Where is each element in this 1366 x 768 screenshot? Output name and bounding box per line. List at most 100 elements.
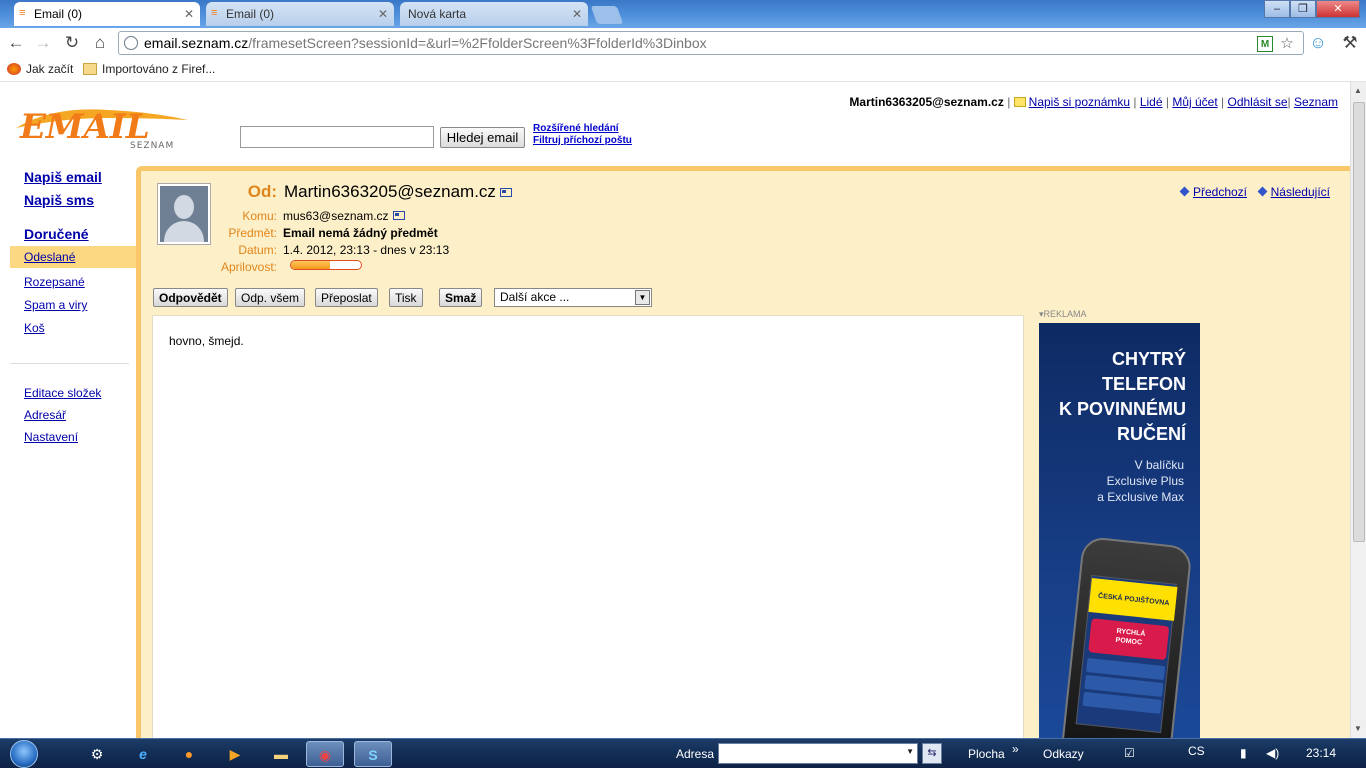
- to-value: mus63@seznam.cz: [283, 209, 405, 223]
- page-scrollbar[interactable]: ▲ ▼: [1350, 82, 1366, 738]
- scroll-up-icon[interactable]: ▲: [1354, 86, 1362, 95]
- taskbar-go-icon[interactable]: ⇆: [922, 743, 942, 764]
- subject-label: Předmět:: [228, 226, 277, 240]
- folder-trash[interactable]: Koš: [24, 321, 45, 335]
- search-email-button[interactable]: Hledej email: [440, 127, 525, 148]
- logout-link[interactable]: Odhlásit se: [1227, 95, 1287, 109]
- to-label: Komu:: [242, 209, 277, 223]
- tab-email-active[interactable]: ≡ Email (0) ✕: [14, 2, 200, 26]
- next-message-link[interactable]: Následující: [1257, 185, 1330, 199]
- reply-all-button[interactable]: Odp. všem: [235, 288, 306, 307]
- taskbar-chrome-icon[interactable]: ◉: [306, 741, 344, 767]
- advanced-search-link[interactable]: Rozšířené hledání: [533, 123, 619, 134]
- write-note-link[interactable]: Napiš si poznámku: [1029, 95, 1130, 109]
- user-bar: Martin6363205@seznam.cz | Napiš si pozná…: [849, 95, 1338, 109]
- reload-icon[interactable]: ↻: [62, 33, 82, 53]
- tab-close-icon[interactable]: ✕: [572, 7, 582, 21]
- forward-arrow-icon[interactable]: →: [33, 33, 53, 53]
- close-window-icon[interactable]: ✕: [1316, 0, 1360, 18]
- tab-email[interactable]: ≡ Email (0) ✕: [206, 2, 394, 26]
- maximize-icon[interactable]: ❐: [1290, 0, 1316, 18]
- email-search-input[interactable]: [240, 126, 434, 148]
- bookmark-imported-folder[interactable]: Importováno z Firef...: [83, 62, 215, 76]
- reply-button[interactable]: Odpovědět: [153, 288, 228, 307]
- action-center-icon[interactable]: ☑: [1124, 746, 1135, 760]
- taskbar-firefox-icon[interactable]: ●: [170, 741, 208, 767]
- taskbar-ie-icon[interactable]: e: [124, 741, 162, 767]
- taskbar-skype-icon[interactable]: S: [354, 741, 392, 767]
- from-label: Od:: [247, 182, 277, 201]
- filter-incoming-link[interactable]: Filtruj příchozí poštu: [533, 135, 632, 146]
- contact-card-icon[interactable]: [392, 211, 405, 220]
- scroll-thumb[interactable]: [1353, 102, 1365, 542]
- chevron-icon[interactable]: »: [1012, 742, 1019, 756]
- bookmark-getting-started[interactable]: Jak začít: [7, 62, 73, 76]
- seznam-link[interactable]: Seznam: [1294, 95, 1338, 109]
- taskbar-address-input[interactable]: ▼: [718, 743, 918, 764]
- tab-title: Email (0): [226, 7, 275, 21]
- start-button[interactable]: [4, 739, 44, 768]
- settings-link[interactable]: Nastavení: [24, 430, 78, 444]
- address-bar[interactable]: email.seznam.cz/framesetScreen?sessionId…: [118, 31, 1304, 55]
- folder-inbox[interactable]: Doručené: [24, 226, 89, 242]
- forward-button[interactable]: Přeposlat: [315, 288, 378, 307]
- windows-taskbar: ⚙ e ● ▶ ▬ ◉ S Adresa ▼ ⇆ Plocha » Odkazy…: [0, 738, 1366, 768]
- email-favicon-icon: ≡: [211, 7, 218, 19]
- priority-label: Aprilovost:: [220, 260, 277, 274]
- folder-spam[interactable]: Spam a viry: [24, 298, 87, 312]
- scroll-down-icon[interactable]: ▼: [1354, 724, 1362, 733]
- taskbar-address-label: Adresa: [676, 747, 715, 761]
- bookmark-star-icon[interactable]: ☆: [1279, 36, 1295, 52]
- ad-title-line: K POVINNÉMU: [1058, 399, 1186, 419]
- tab-new-tab[interactable]: Nová karta ✕: [400, 2, 588, 26]
- message-text: hovno, šmejd.: [169, 334, 244, 348]
- taskbar-explorer-icon[interactable]: ▬: [262, 741, 300, 767]
- more-actions-select[interactable]: Další akce ... ▼: [494, 288, 652, 307]
- print-button[interactable]: Tisk: [389, 288, 423, 307]
- edit-folders-link[interactable]: Editace složek: [24, 386, 101, 400]
- home-icon[interactable]: ⌂: [90, 33, 110, 53]
- new-tab-button[interactable]: [590, 6, 624, 24]
- network-icon[interactable]: ▮: [1240, 746, 1247, 760]
- tab-close-icon[interactable]: ✕: [378, 7, 388, 21]
- firefox-icon: [7, 63, 21, 75]
- people-link[interactable]: Lidé: [1140, 95, 1163, 109]
- phone-image: ČESKÁ POJIŠŤOVNA RYCHLÁ POMOC: [1059, 535, 1193, 738]
- ad-subtitle-line: V balíčku: [1134, 458, 1184, 472]
- seznam-email-logo[interactable]: EMAIL SEZNAM: [12, 98, 192, 150]
- address-book-link[interactable]: Adresář: [24, 408, 66, 422]
- taskbar-tools-icon[interactable]: ⚙: [78, 741, 116, 767]
- delete-button[interactable]: Smaž: [439, 288, 483, 307]
- sidebar-divider: [10, 363, 129, 364]
- skype-extension-icon[interactable]: ☺: [1308, 33, 1328, 53]
- url-text: email.seznam.cz/framesetScreen?sessionId…: [144, 35, 707, 51]
- window-controls: – ❐ ✕: [1264, 0, 1360, 18]
- phone-button: RYCHLÁ POMOC: [1088, 618, 1170, 661]
- clock[interactable]: 23:14: [1306, 746, 1336, 760]
- taskbar-desktop-toolbar[interactable]: Plocha: [968, 747, 1005, 761]
- language-indicator[interactable]: CS: [1188, 744, 1205, 758]
- wrench-menu-icon[interactable]: ⚒: [1340, 33, 1360, 53]
- taskbar-media-icon[interactable]: ▶: [216, 741, 254, 767]
- advertisement-banner[interactable]: CHYTRÝ TELEFON K POVINNÉMU RUČENÍ V balí…: [1039, 323, 1200, 738]
- sender-avatar: [157, 183, 211, 245]
- my-account-link[interactable]: Můj účet: [1172, 95, 1217, 109]
- date-label: Datum:: [238, 243, 277, 257]
- svg-text:SEZNAM: SEZNAM: [130, 141, 174, 150]
- ad-subtitle-line: a Exclusive Max: [1097, 490, 1184, 504]
- subject-value: Email nemá žádný předmět: [283, 226, 438, 240]
- back-arrow-icon[interactable]: ←: [6, 33, 26, 53]
- tab-close-icon[interactable]: ✕: [184, 7, 194, 21]
- extension-shield-icon[interactable]: M: [1257, 36, 1273, 52]
- previous-message-link[interactable]: Předchozí: [1179, 185, 1247, 199]
- volume-icon[interactable]: ◀): [1266, 746, 1279, 760]
- taskbar-links-toolbar[interactable]: Odkazy: [1043, 747, 1084, 761]
- folder-drafts[interactable]: Rozepsané: [24, 275, 85, 289]
- compose-sms-link[interactable]: Napiš sms: [24, 192, 94, 208]
- compose-email-link[interactable]: Napiš email: [24, 169, 102, 185]
- tab-title: Email (0): [34, 7, 83, 21]
- folder-sent[interactable]: Odeslané: [24, 250, 75, 264]
- minimize-icon[interactable]: –: [1264, 0, 1290, 18]
- contact-card-icon[interactable]: [499, 188, 512, 197]
- globe-icon: [124, 36, 138, 50]
